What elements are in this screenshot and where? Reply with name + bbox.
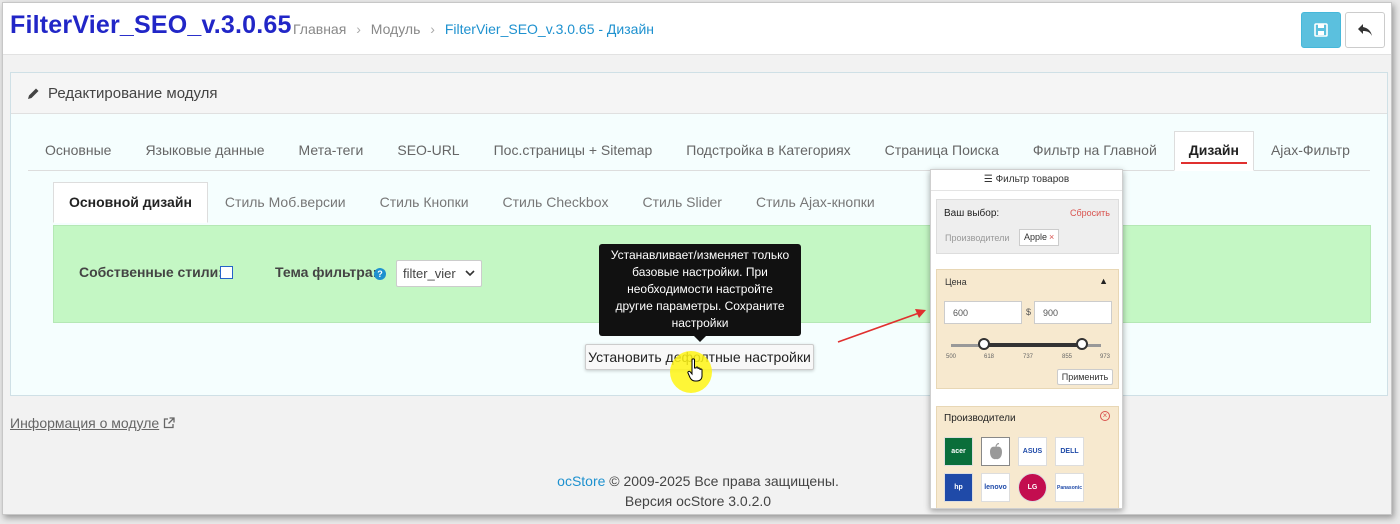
preview-slider-handle-min[interactable] — [978, 338, 990, 350]
breadcrumb-separator: › — [356, 21, 361, 37]
footer-version: Версия ocStore 3.0.2.0 — [624, 493, 772, 509]
breadcrumb-home[interactable]: Главная — [293, 21, 346, 37]
chip-remove-icon[interactable]: × — [1049, 232, 1054, 242]
preview-chip-value: Apple — [1024, 232, 1048, 242]
active-tab-underline — [1180, 162, 1247, 164]
preview-selection-label: Ваш выбор: — [944, 208, 1000, 219]
preview-price-heading: Цена — [945, 277, 967, 287]
preview-scale-label: 737 — [1023, 354, 1034, 360]
subtab-main-design[interactable]: Основной дизайн — [53, 182, 208, 223]
preview-selection-box: Ваш выбор: Сбросить Производители Apple × — [936, 199, 1119, 254]
tab-seo-url[interactable]: SEO-URL — [380, 142, 476, 170]
tab-meta-tags[interactable]: Мета-теги — [282, 142, 381, 170]
footer-brand-link[interactable]: ocStore — [557, 473, 605, 489]
subtab-checkbox-style[interactable]: Стиль Checkbox — [486, 194, 626, 222]
tab-design-label: Дизайн — [1188, 142, 1239, 158]
brand-logo-dell[interactable]: DELL — [1055, 437, 1084, 466]
floppy-disk-icon — [1314, 23, 1328, 37]
preview-chip-label: Производители — [945, 233, 1010, 243]
preview-slider-range — [984, 343, 1084, 347]
back-button[interactable] — [1345, 12, 1385, 48]
help-icon[interactable]: ? — [374, 268, 386, 280]
red-arrow-annotation — [837, 309, 926, 343]
tab-basic[interactable]: Основные — [28, 142, 128, 170]
tab-language-data[interactable]: Языковые данные — [128, 142, 281, 170]
preview-selected-chip[interactable]: Apple × — [1019, 229, 1060, 246]
subtab-button-style[interactable]: Стиль Кнопки — [363, 194, 486, 222]
breadcrumb-module[interactable]: Модуль — [371, 21, 421, 37]
breadcrumb-current[interactable]: FilterVier_SEO_v.3.0.65 - Дизайн — [445, 21, 654, 37]
preview-scale-label: 618 — [984, 354, 995, 360]
page-header: FilterVier_SEO_v.3.0.65 Главная › Модуль… — [3, 3, 1391, 55]
theme-select-value: filter_vier — [403, 266, 456, 281]
preview-price-max[interactable]: 900 — [1034, 301, 1112, 324]
preview-currency: $ — [1026, 307, 1032, 317]
subtab-ajax-button-style[interactable]: Стиль Ajax-кнопки — [739, 194, 892, 222]
preview-brands-heading: Производители — [944, 413, 1016, 424]
filter-preview: ☰ Фильтр товаров Ваш выбор: Сбросить Про… — [930, 169, 1123, 509]
page-title: FilterVier_SEO_v.3.0.65 — [10, 11, 292, 39]
brand-logo-apple[interactable] — [981, 437, 1010, 466]
preview-scale-label: 855 — [1062, 354, 1073, 360]
breadcrumb: Главная › Модуль › FilterVier_SEO_v.3.0.… — [293, 21, 654, 37]
own-styles-label: Собственные стили: — [79, 264, 223, 280]
panel-title: Редактирование модуля — [48, 85, 218, 102]
chevron-down-icon — [465, 270, 475, 277]
footer-copyright: ocStore © 2009-2025 Все права защищены. — [3, 473, 1391, 489]
apple-icon — [989, 442, 1002, 459]
subtab-slider-style[interactable]: Стиль Slider — [625, 194, 739, 222]
theme-label: Тема фильтра: — [275, 264, 378, 280]
close-circle-icon[interactable]: × — [1100, 411, 1110, 421]
preview-scale-label: 973 — [1100, 354, 1111, 360]
tab-search-page[interactable]: Страница Поиска — [868, 142, 1016, 170]
module-info-label: Информация о модуле — [10, 415, 160, 431]
tab-design[interactable]: Дизайн — [1173, 131, 1254, 171]
preview-price-min[interactable]: 600 — [944, 301, 1022, 324]
tab-pages-sitemap[interactable]: Пос.страницы + Sitemap — [477, 142, 670, 170]
preview-brands-block: Производители × acer ASUS DELL hp lenovo… — [936, 406, 1119, 508]
tab-category-setup[interactable]: Подстройка в Категориях — [669, 142, 867, 170]
preview-reset-link[interactable]: Сбросить — [1070, 208, 1110, 218]
footer-copyright-text: © 2009-2025 Все права защищены. — [605, 473, 839, 489]
tab-home-filter[interactable]: Фильтр на Главной — [1016, 142, 1174, 170]
save-button[interactable] — [1301, 12, 1341, 48]
brand-logo-hp[interactable]: hp — [944, 473, 973, 502]
tooltip: Устанавливает/изменяет только базовые на… — [599, 244, 801, 342]
preview-scale-label: 500 — [946, 354, 957, 360]
own-styles-checkbox[interactable] — [220, 266, 233, 279]
panel-heading: Редактирование модуля — [11, 73, 1387, 114]
pencil-icon — [28, 88, 39, 99]
brand-logo-lg[interactable]: LG — [1018, 473, 1047, 502]
brand-logo-acer[interactable]: acer — [944, 437, 973, 466]
module-info-link[interactable]: Информация о модуле — [10, 415, 175, 431]
breadcrumb-separator: › — [430, 21, 435, 37]
theme-select[interactable]: filter_vier — [396, 260, 482, 287]
subtab-mobile-style[interactable]: Стиль Моб.версии — [208, 194, 363, 222]
main-tabs: Основные Языковые данные Мета-теги SEO-U… — [28, 131, 1370, 171]
preview-title: ☰ Фильтр товаров — [931, 170, 1122, 191]
brand-logo-panasonic[interactable]: Panasonic — [1055, 473, 1084, 502]
reply-arrow-icon — [1358, 24, 1372, 36]
external-link-icon — [164, 417, 175, 429]
brand-logo-asus[interactable]: ASUS — [1018, 437, 1047, 466]
app-window: FilterVier_SEO_v.3.0.65 Главная › Модуль… — [2, 2, 1392, 515]
caret-up-icon[interactable]: ▲ — [1099, 276, 1108, 286]
hand-pointer-icon — [687, 358, 703, 382]
preview-slider-handle-max[interactable] — [1076, 338, 1088, 350]
preview-price-block: Цена ▲ 600 $ 900 500 618 737 855 973 При… — [936, 269, 1119, 389]
design-subtabs: Основной дизайн Стиль Моб.версии Стиль К… — [53, 182, 933, 223]
brand-logo-lenovo[interactable]: lenovo — [981, 473, 1010, 502]
tab-ajax-filter[interactable]: Ajax-Фильтр — [1254, 142, 1367, 170]
preview-apply-button[interactable]: Применить — [1057, 369, 1113, 385]
